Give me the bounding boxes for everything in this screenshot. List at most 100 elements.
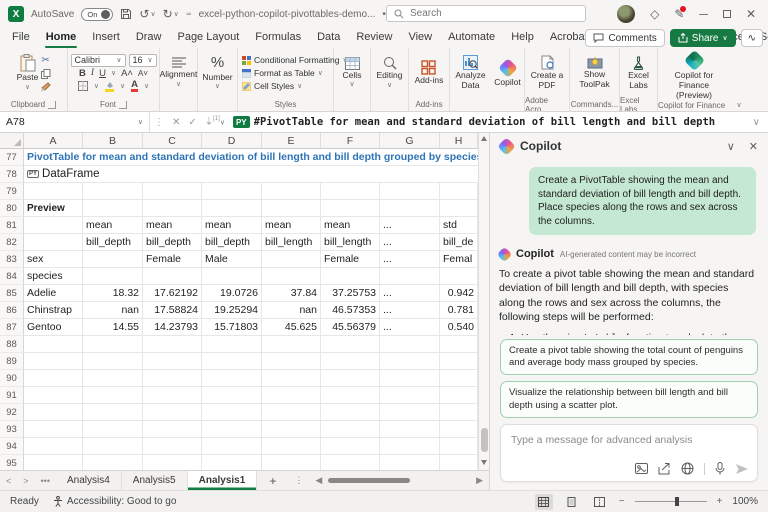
grid-cell-G79[interactable] <box>380 183 440 200</box>
sheet-more-icon[interactable]: ⋮ <box>288 471 309 490</box>
row-header-84[interactable]: 84 <box>0 268 24 285</box>
redo-icon[interactable]: ↻∨ <box>163 8 179 20</box>
close-button[interactable]: ✕ <box>746 8 756 20</box>
hscroll-right-icon[interactable]: ▶ <box>470 471 489 490</box>
grid-cell-H80[interactable] <box>440 200 478 217</box>
column-header-f[interactable]: F <box>321 133 380 148</box>
zoom-out-icon[interactable]: − <box>619 496 625 507</box>
formula-input[interactable]: #PivotTable for mean and standard deviat… <box>254 116 749 128</box>
fill-color-button[interactable] <box>105 81 114 92</box>
tab-help[interactable]: Help <box>503 28 542 48</box>
share-button[interactable]: Share∨ <box>670 29 736 47</box>
grid-cell-E87[interactable]: 45.625 <box>262 319 321 336</box>
grid-cell-F79[interactable] <box>321 183 380 200</box>
grid-cell-A91[interactable] <box>24 387 83 404</box>
cut-icon[interactable]: ✂ <box>41 55 51 66</box>
row-header-77[interactable]: 77 <box>0 149 24 166</box>
grid-cell-G85[interactable]: ... <box>380 285 440 302</box>
grid-cell-A84[interactable]: species <box>24 268 83 285</box>
grid-cell-D86[interactable]: 19.25294 <box>202 302 262 319</box>
formula-bar-expand-icon[interactable]: ∨ <box>749 117 768 128</box>
excel-labs-button[interactable]: Excel Labs <box>621 55 656 92</box>
grid-cell-B81[interactable]: mean <box>83 217 143 234</box>
grid-cell-F82[interactable]: bill_length <box>321 234 380 251</box>
grid-cell-E90[interactable] <box>262 370 321 387</box>
grid-cell-F83[interactable]: Female <box>321 251 380 268</box>
grid-cell-F84[interactable] <box>321 268 380 285</box>
grid-cell-B79[interactable] <box>83 183 143 200</box>
grid-cell-F95[interactable] <box>321 455 380 470</box>
grid-cell-F89[interactable] <box>321 353 380 370</box>
grid-cell-H95[interactable] <box>440 455 478 470</box>
grid-cell-E93[interactable] <box>262 421 321 438</box>
name-box[interactable]: A78∨ <box>0 112 150 132</box>
italic-button[interactable]: I <box>91 68 94 78</box>
grid-cell-H90[interactable] <box>440 370 478 387</box>
grid-cell-H81[interactable]: std <box>440 217 478 234</box>
document-title[interactable]: excel-python-copilot-pivottables-demo... <box>199 9 376 20</box>
grid-cell-A92[interactable] <box>24 404 83 421</box>
ribbon-display-button[interactable]: ∿ <box>741 29 763 47</box>
tab-review[interactable]: Review <box>348 28 400 48</box>
grid-cell-E95[interactable] <box>262 455 321 470</box>
grid-cell-F94[interactable] <box>321 438 380 455</box>
copilot-input[interactable] <box>511 434 747 446</box>
column-header-d[interactable]: D <box>202 133 262 148</box>
grid-cell-D85[interactable]: 19.0726 <box>202 285 262 302</box>
grid-cell-H92[interactable] <box>440 404 478 421</box>
grid-cell-A85[interactable]: Adelie <box>24 285 83 302</box>
grid-cell-C90[interactable] <box>143 370 202 387</box>
grid-cell-E80[interactable] <box>262 200 321 217</box>
grid-cell-A87[interactable]: Gentoo <box>24 319 83 336</box>
grid-cell-H85[interactable]: 0.942 <box>440 285 478 302</box>
row-header-88[interactable]: 88 <box>0 336 24 353</box>
row-header-81[interactable]: 81 <box>0 217 24 234</box>
grid-cell-D83[interactable]: Male <box>202 251 262 268</box>
undo-icon[interactable]: ↺∨ <box>139 8 155 20</box>
grid-cell-A80[interactable]: Preview <box>24 200 83 217</box>
grid-cell-E84[interactable] <box>262 268 321 285</box>
paste-button[interactable]: Paste∨ <box>16 53 40 93</box>
grid-cell-G91[interactable] <box>380 387 440 404</box>
grid-cell-G83[interactable]: ... <box>380 251 440 268</box>
grid-cell-G81[interactable]: ... <box>380 217 440 234</box>
grid-cell-E88[interactable] <box>262 336 321 353</box>
row-header-94[interactable]: 94 <box>0 438 24 455</box>
panel-collapse-icon[interactable]: ∨ <box>727 140 735 153</box>
row-header-93[interactable]: 93 <box>0 421 24 438</box>
page-break-view-button[interactable] <box>591 494 609 510</box>
dialog-launcher-icon[interactable] <box>119 101 127 109</box>
copilot-button[interactable]: Copilot <box>493 58 521 89</box>
row-header-80[interactable]: 80 <box>0 200 24 217</box>
grid-cell-B87[interactable]: 14.55 <box>83 319 143 336</box>
zoom-slider-thumb[interactable] <box>675 497 679 506</box>
tab-data[interactable]: Data <box>309 28 348 48</box>
grid-cell-E92[interactable] <box>262 404 321 421</box>
grid-cell-B95[interactable] <box>83 455 143 470</box>
enter-icon[interactable]: ✓ <box>184 117 200 128</box>
grid-cell-G80[interactable] <box>380 200 440 217</box>
grid-cell-F92[interactable] <box>321 404 380 421</box>
grid-cell-D95[interactable] <box>202 455 262 470</box>
alignment-button[interactable]: Alignment∨ <box>159 56 199 90</box>
grid-cell-A89[interactable] <box>24 353 83 370</box>
grid-cell-C91[interactable] <box>143 387 202 404</box>
grid-cell-C94[interactable] <box>143 438 202 455</box>
number-button[interactable]: % Number∨ <box>201 53 233 92</box>
grid-cell-B93[interactable] <box>83 421 143 438</box>
grid-cell-H91[interactable] <box>440 387 478 404</box>
grid-cell-G84[interactable] <box>380 268 440 285</box>
sheet-list-icon[interactable]: ••• <box>35 471 56 490</box>
suggestion-chip[interactable]: Create a pivot table showing the total c… <box>500 339 758 376</box>
copy-icon[interactable] <box>41 69 51 79</box>
copilot-finance-button[interactable]: Copilot for Finance (Preview) <box>659 50 729 101</box>
grid-cell-D92[interactable] <box>202 404 262 421</box>
grid-cell-B82[interactable]: bill_depth <box>83 234 143 251</box>
grid-cell-E82[interactable]: bill_length <box>262 234 321 251</box>
autosave-toggle[interactable]: On <box>81 8 113 21</box>
grid-cell-H86[interactable]: 0.781 <box>440 302 478 319</box>
row-header-87[interactable]: 87 <box>0 319 24 336</box>
conditional-formatting-button[interactable]: Conditional Formatting∨ <box>242 55 348 65</box>
increase-font-button[interactable]: A˄ <box>121 68 133 79</box>
create-pdf-button[interactable]: Create a PDF <box>526 54 568 92</box>
